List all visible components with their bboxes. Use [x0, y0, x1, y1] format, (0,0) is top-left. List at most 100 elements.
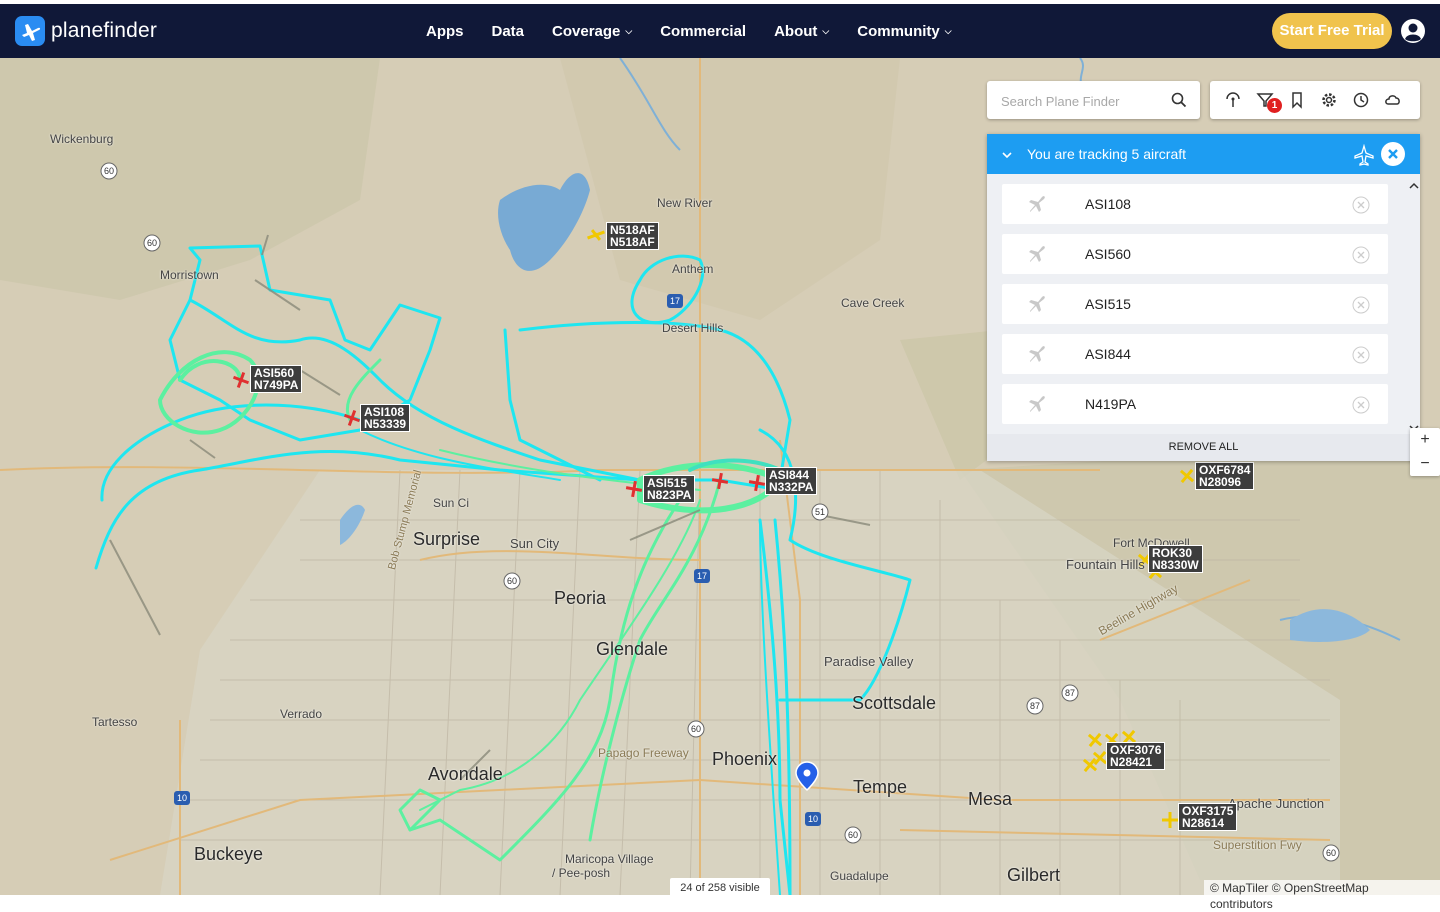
tracked-aircraft-label: ASI108: [1085, 196, 1131, 212]
aircraft-label-asi844[interactable]: ASI844 N332PA: [765, 467, 818, 495]
aircraft-label-asi515[interactable]: ASI515 N823PA: [643, 475, 696, 503]
chevron-down-icon: ⌵: [822, 25, 830, 36]
place-apache-junction: Apache Junction: [1228, 796, 1325, 811]
list-item[interactable]: N419PA: [1002, 384, 1388, 424]
list-item[interactable]: ASI560: [1002, 234, 1388, 274]
place-new-river: New River: [657, 196, 713, 210]
list-item[interactable]: ASI515: [1002, 284, 1388, 324]
aircraft-label-asi560[interactable]: ASI560 N749PA: [250, 365, 303, 393]
tracked-aircraft-label: ASI515: [1085, 296, 1131, 312]
place-papago-freeway: Papago Freeway: [598, 746, 689, 760]
bottom-strip: [0, 895, 1440, 900]
airport-icon[interactable]: [1223, 90, 1243, 110]
menu-apps[interactable]: Apps: [426, 23, 464, 40]
main-menu: Apps Data Coverage ⌵ Commercial About ⌵ Co…: [426, 4, 980, 58]
svg-text:17: 17: [697, 571, 707, 581]
place-surprise: Surprise: [413, 529, 481, 549]
place-anthem: Anthem: [672, 262, 714, 276]
menu-data[interactable]: Data: [492, 23, 525, 40]
svg-text:60: 60: [691, 724, 701, 734]
svg-text:60: 60: [507, 576, 517, 586]
svg-text:60: 60: [848, 830, 858, 840]
plane-icon: [1026, 193, 1048, 215]
svg-text:60: 60: [104, 166, 114, 176]
place-tartesso: Tartesso: [92, 715, 138, 729]
place-wickenburg: Wickenburg: [50, 132, 114, 146]
top-navigation-bar: planefinder Apps Data Coverage ⌵ Commerci…: [0, 4, 1440, 58]
remove-all-button[interactable]: REMOVE ALL: [987, 434, 1420, 461]
list-item[interactable]: ASI844: [1002, 334, 1388, 374]
place-cave-creek: Cave Creek: [841, 296, 905, 310]
aircraft-label-oxf6784[interactable]: OXF6784 N28096: [1195, 462, 1255, 490]
place-verrado: Verrado: [280, 707, 323, 721]
menu-coverage[interactable]: Coverage ⌵: [552, 23, 632, 40]
start-free-trial-button[interactable]: Start Free Trial: [1272, 13, 1392, 49]
search-icon[interactable]: [1170, 91, 1188, 109]
tracked-aircraft-label: ASI844: [1085, 346, 1131, 362]
place-scottsdale: Scottsdale: [852, 693, 937, 713]
place-morristown: Morristown: [160, 268, 219, 282]
account-icon[interactable]: [1400, 18, 1426, 44]
remove-icon[interactable]: [1352, 296, 1370, 314]
tracked-aircraft-label: N419PA: [1085, 396, 1137, 412]
menu-community[interactable]: Community ⌵: [857, 23, 951, 40]
place-phoenix: Phoenix: [712, 749, 778, 769]
svg-text:51: 51: [815, 507, 825, 517]
place-glendale: Glendale: [596, 639, 669, 659]
place-paradise-valley: Paradise Valley: [824, 654, 914, 669]
remove-icon[interactable]: [1352, 196, 1370, 214]
chevron-down-icon[interactable]: [1001, 148, 1013, 160]
zoom-in-button[interactable]: +: [1410, 428, 1440, 452]
brand-name: planefinder: [51, 19, 158, 42]
close-icon: [1388, 149, 1398, 159]
remove-icon[interactable]: [1352, 396, 1370, 414]
svg-text:60: 60: [1326, 848, 1336, 858]
bookmark-icon[interactable]: [1287, 90, 1307, 110]
zoom-control: + −: [1410, 428, 1440, 476]
plane-icon: [1026, 293, 1048, 315]
place-fountain-hills: Fountain Hills: [1066, 557, 1145, 572]
plane-icon: [1026, 343, 1048, 365]
settings-icon[interactable]: [1319, 90, 1339, 110]
aircraft-label-n518af[interactable]: N518AF N518AF: [606, 222, 659, 250]
place-sun-city: Sun City: [510, 536, 560, 551]
place-tempe: Tempe: [853, 777, 908, 797]
scroll-up-icon[interactable]: [1409, 178, 1419, 189]
brand-logo[interactable]: planefinder: [15, 16, 157, 46]
history-icon[interactable]: [1351, 90, 1371, 110]
svg-text:60: 60: [147, 238, 157, 248]
zoom-out-button[interactable]: −: [1410, 452, 1440, 476]
aircraft-label-oxf3175[interactable]: OXF3175 N28614: [1178, 803, 1238, 831]
map-attribution[interactable]: © MapTiler © OpenStreetMap contributors: [1204, 880, 1440, 911]
place-superstition-fwy: Superstition Fwy: [1213, 838, 1302, 852]
tracking-panel-title: You are tracking 5 aircraft: [1027, 146, 1187, 162]
tracking-panel-header[interactable]: You are tracking 5 aircraft: [987, 134, 1420, 174]
place-sun-city-west: Sun Ci: [433, 496, 470, 510]
map-toolbar: 1: [1210, 81, 1420, 119]
plane-icon: [1026, 393, 1048, 415]
svg-text:17: 17: [670, 296, 680, 306]
place-gilbert: Gilbert: [1007, 865, 1061, 885]
svg-text:10: 10: [808, 814, 818, 824]
aircraft-label-oxf3076[interactable]: OXF3076 N28421: [1106, 742, 1166, 770]
place-peoria: Peoria: [554, 588, 607, 608]
list-item[interactable]: ASI108: [1002, 184, 1388, 224]
tracked-aircraft-label: ASI560: [1085, 246, 1131, 262]
remove-icon[interactable]: [1352, 246, 1370, 264]
place-buckeye: Buckeye: [194, 844, 264, 864]
aircraft-label-asi108[interactable]: ASI108 N53339: [360, 404, 411, 432]
remove-icon[interactable]: [1352, 346, 1370, 364]
plane-logo-icon: [15, 16, 45, 46]
search-input[interactable]: [999, 90, 1163, 112]
menu-about[interactable]: About ⌵: [774, 23, 829, 40]
svg-text:10: 10: [177, 793, 187, 803]
chevron-down-icon: ⌵: [625, 25, 633, 36]
menu-commercial[interactable]: Commercial: [660, 23, 746, 40]
close-panel-button[interactable]: [1381, 142, 1405, 166]
aircraft-label-rok30[interactable]: ROK30 N8330W: [1148, 545, 1203, 573]
filter-count-badge: 1: [1267, 98, 1282, 113]
filter-icon[interactable]: 1: [1255, 90, 1282, 113]
tracking-panel: You are tracking 5 aircraft ASI108 ASI56…: [987, 134, 1420, 461]
chevron-down-icon: ⌵: [944, 25, 952, 36]
cloud-icon[interactable]: [1383, 90, 1403, 110]
